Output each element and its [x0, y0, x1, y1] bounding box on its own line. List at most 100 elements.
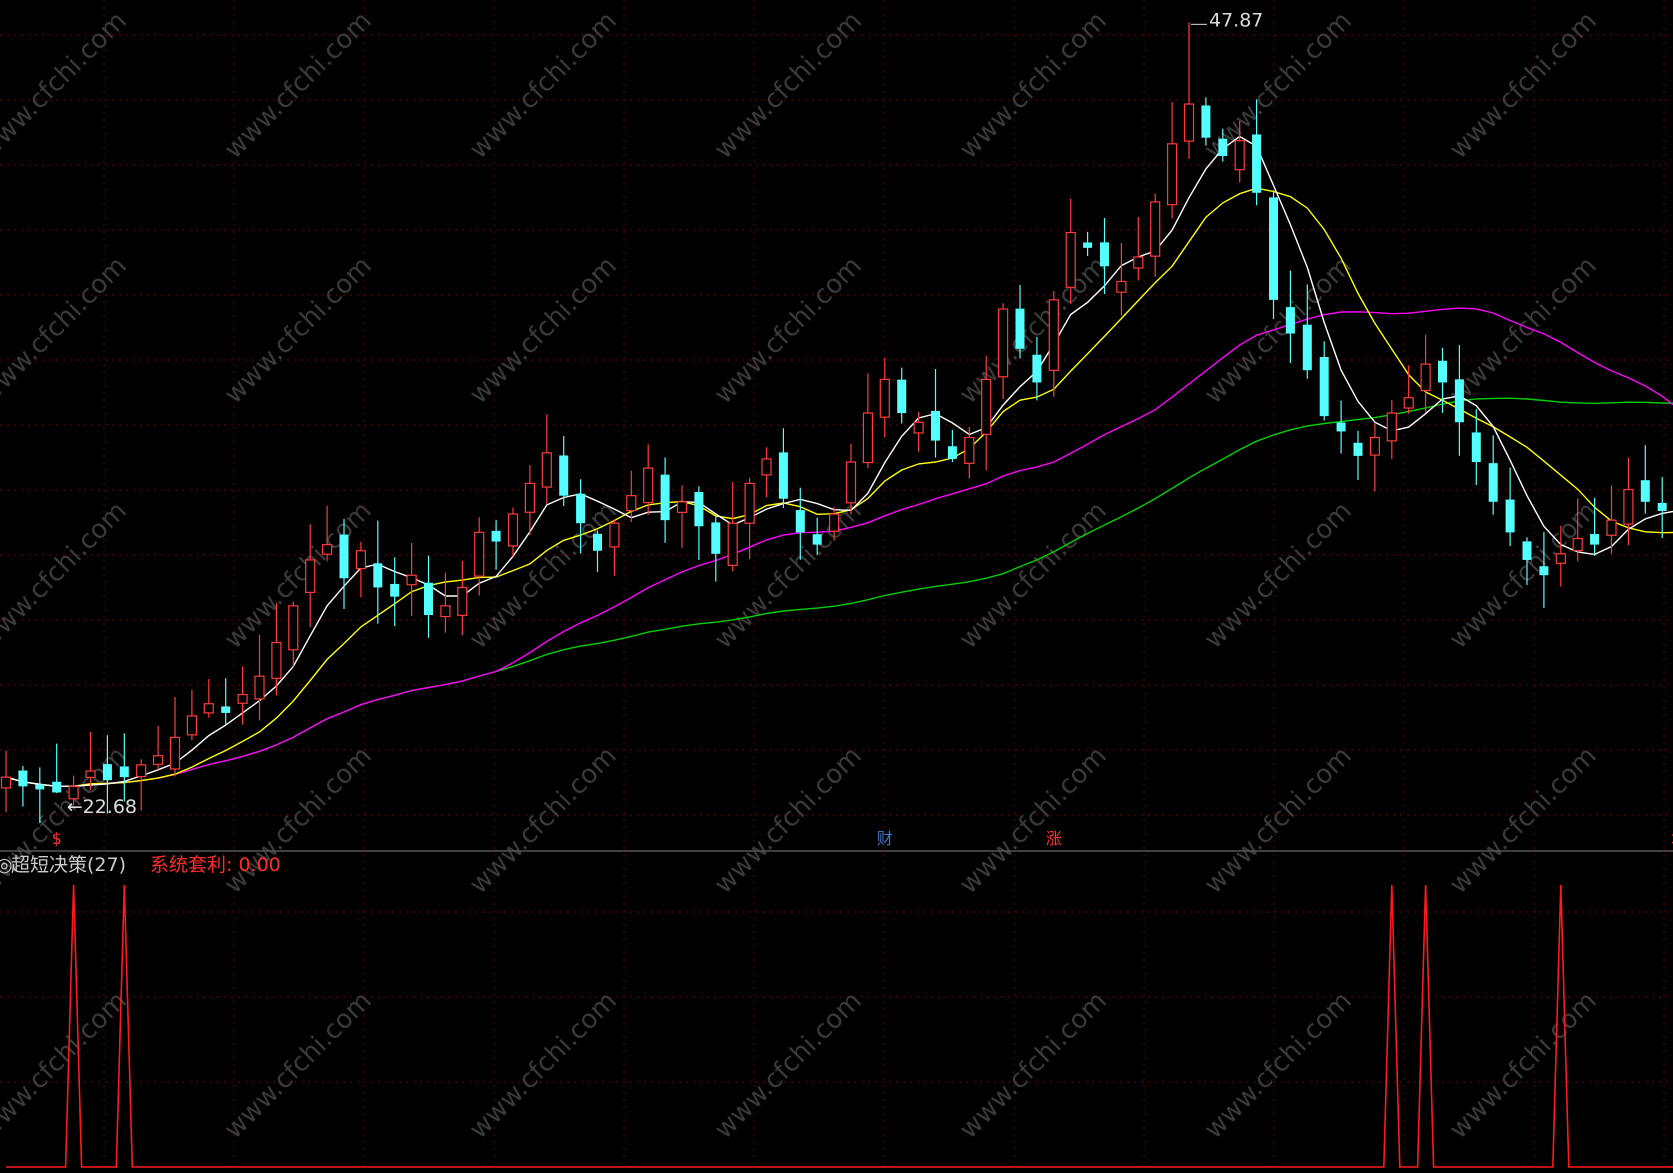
candle-body-up [845, 461, 857, 504]
candle-body-down [35, 784, 45, 790]
candle-body-down [576, 493, 586, 524]
candle-body-up [1572, 537, 1583, 552]
candle-body-up [0, 776, 12, 789]
candle-body-down [1471, 432, 1481, 463]
candle-body-up [879, 378, 890, 418]
candle-body-up [727, 522, 738, 566]
candle-body-down [1353, 442, 1363, 456]
candle-body-down [694, 492, 704, 527]
candle-body-up [288, 605, 299, 651]
candle-body-up [169, 736, 181, 770]
candle-body-down [795, 510, 805, 533]
candle-body-down [1522, 541, 1532, 560]
candle-body-up [322, 544, 333, 555]
candle-body-up [254, 675, 265, 700]
candle-body-up [1369, 436, 1381, 456]
candle-body-up [1234, 140, 1245, 171]
candle-body-down [947, 446, 957, 459]
candle-body-up [237, 693, 248, 704]
candle-body-up [1403, 397, 1414, 409]
stock-chart-canvas: www.cfchi.com www.cfchi.com www.cfchi.com w… [0, 0, 1673, 1173]
candle-body-up [507, 513, 519, 547]
candle-body-down [390, 583, 400, 597]
candle-body-up [676, 501, 688, 513]
candle-body-up [203, 703, 214, 714]
candle-body-up [626, 495, 637, 512]
candle-body-up [609, 522, 620, 548]
candle-body-up [1166, 143, 1178, 206]
candle-body-up [524, 482, 536, 513]
candle-body-up [355, 550, 366, 570]
candle-body-down [339, 534, 349, 579]
candle-body-down [373, 563, 383, 588]
indicator-name: 超短决策(27) [11, 854, 126, 876]
event-marker: 涨 [1046, 829, 1062, 848]
candle-body-up [1150, 201, 1161, 257]
candle-body-up [761, 458, 772, 476]
candle-body-down [1015, 308, 1025, 349]
candle-body-up [406, 574, 417, 586]
candle-body-up [271, 641, 282, 679]
candle-body-up [474, 531, 485, 577]
candle-body-up [1116, 280, 1127, 293]
candle-body-up [828, 513, 840, 532]
candle-body-down [1201, 105, 1211, 138]
candle-body-down [1488, 463, 1498, 502]
candle-body-down [52, 781, 62, 793]
candle-body-down [812, 534, 822, 545]
candle-body-down [119, 766, 129, 778]
candle-body-up [85, 770, 96, 779]
candle-body-up [1555, 553, 1566, 564]
candle-body-down [102, 764, 112, 781]
candle-body-up [1133, 256, 1144, 269]
candle-body-down [931, 410, 940, 441]
indicator-value: 系统套利: 0.00 [150, 854, 281, 876]
candle-body-up [153, 755, 164, 765]
candle-body-down [711, 522, 721, 554]
candle-body-down [1640, 480, 1650, 502]
candle-body-down [1285, 307, 1295, 334]
event-marker: $ [52, 829, 62, 848]
candle-body-down [559, 455, 569, 496]
candle-body-up [1420, 363, 1431, 392]
candle-body-down [1252, 134, 1262, 193]
candle-body-down [1539, 566, 1549, 576]
candle-body-up [964, 436, 975, 464]
candle-body-up [1386, 412, 1397, 442]
candle-body-up [305, 559, 316, 594]
candle-body-down [1083, 242, 1093, 248]
low-price-label: ←22.68 [67, 796, 137, 818]
candle-body-up [440, 605, 451, 618]
candle-body-down [18, 770, 28, 787]
candle-body-up [136, 764, 147, 778]
candle-body-up [1048, 299, 1059, 371]
candle-body-up [457, 586, 468, 616]
candle-body-down [1336, 422, 1346, 432]
candle-body-up [913, 421, 924, 434]
candle-body-down [424, 582, 433, 615]
candle-body-down [1454, 379, 1464, 423]
candle-body-up [541, 452, 552, 488]
candle-body-down [897, 379, 907, 414]
candle-body-down [1319, 357, 1329, 417]
candle-body-down [1302, 324, 1312, 371]
candle-body-up [997, 308, 1009, 378]
candle-body-down [1505, 499, 1515, 533]
candle-body-up [1606, 519, 1617, 536]
candle-body-down [1590, 534, 1600, 545]
candle-body-down [491, 530, 501, 542]
candle-body-up [744, 482, 755, 524]
candle-body-down [778, 452, 788, 499]
high-price-label: 47.87 [1209, 9, 1263, 31]
candle-body-up [1065, 231, 1076, 288]
candle-body-up [862, 412, 874, 464]
candle-body-down [593, 533, 602, 551]
candle-body-up [643, 467, 654, 504]
candle-body-down [660, 474, 670, 521]
candle-body-down [1438, 360, 1447, 383]
candle-body-down [1218, 138, 1228, 157]
event-marker: 财 [877, 829, 893, 848]
candle-body-down [1657, 502, 1667, 511]
candle-body-down [1269, 197, 1278, 300]
candle-body-up [1183, 103, 1195, 142]
